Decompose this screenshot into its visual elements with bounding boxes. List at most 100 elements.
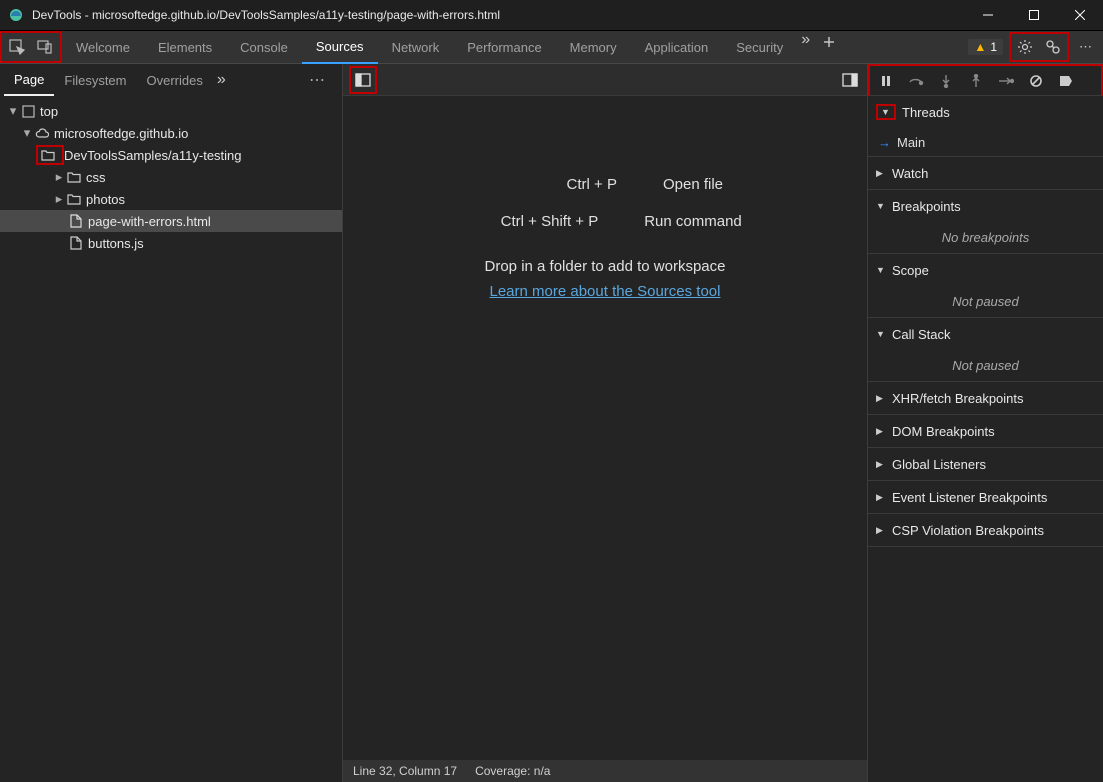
- caret-right-icon: ▶: [876, 525, 886, 536]
- tab-performance[interactable]: Performance: [453, 31, 555, 64]
- tree-folder-photos[interactable]: ▸ photos: [0, 188, 342, 210]
- tree-top[interactable]: ▾top: [0, 100, 342, 122]
- hint-open-file-kbd: Ctrl + P: [487, 176, 617, 193]
- section-watch-header[interactable]: ▶Watch: [868, 157, 1103, 189]
- thread-main-label: Main: [897, 135, 925, 150]
- step-over-icon[interactable]: [906, 71, 926, 91]
- caret-right-icon: ▶: [876, 459, 886, 470]
- tree-css-label: css: [86, 170, 106, 185]
- step-out-icon[interactable]: [966, 71, 986, 91]
- sidebar-tab-page[interactable]: Page: [4, 64, 54, 96]
- section-scope-label: Scope: [892, 263, 929, 278]
- close-button[interactable]: [1057, 0, 1103, 31]
- cloud-icon: [34, 125, 50, 141]
- section-csp-header[interactable]: ▶CSP Violation Breakpoints: [868, 514, 1103, 546]
- tab-network[interactable]: Network: [378, 31, 454, 64]
- main-split: Page Filesystem Overrides » ⋯ ▾top ▾micr…: [0, 64, 1103, 782]
- section-call-stack-header[interactable]: ▼Call Stack: [868, 318, 1103, 350]
- section-global: ▶ Global Listeners: [868, 448, 1103, 481]
- caret-right-icon: ▶: [876, 492, 886, 503]
- section-xhr: ▶XHR/fetch Breakpoints: [868, 382, 1103, 415]
- kebab-icon[interactable]: ⋯: [1075, 36, 1097, 58]
- activity-icon[interactable]: [1042, 36, 1064, 58]
- tab-memory[interactable]: Memory: [556, 31, 631, 64]
- caret-down-icon: ▼: [876, 201, 886, 211]
- pause-on-exceptions-icon[interactable]: [1056, 71, 1076, 91]
- element-picker-icon[interactable]: [6, 36, 28, 58]
- minimize-button[interactable]: [965, 0, 1011, 31]
- tree-folder-css[interactable]: ▸ css: [0, 166, 342, 188]
- more-tabs-icon[interactable]: »: [797, 31, 814, 63]
- editor-status-bar: Line 32, Column 17 Coverage: n/a: [343, 760, 867, 782]
- section-breakpoints-body: No breakpoints: [868, 222, 1103, 253]
- inspector-tools-group: [0, 31, 62, 63]
- caret-right-icon: ▶: [876, 393, 886, 404]
- section-dom: ▶DOM Breakpoints: [868, 415, 1103, 448]
- caret-down-icon: ▼: [876, 265, 886, 275]
- section-breakpoints-header[interactable]: ▼Breakpoints: [868, 190, 1103, 222]
- current-thread-icon: →: [878, 135, 891, 150]
- tab-welcome[interactable]: Welcome: [62, 31, 144, 64]
- caret-down-icon: ▾: [20, 125, 34, 141]
- deactivate-breakpoints-icon[interactable]: [1026, 71, 1046, 91]
- warning-icon: ▲: [974, 40, 986, 54]
- status-line-col: Line 32, Column 17: [353, 764, 457, 778]
- section-dom-label: DOM Breakpoints: [892, 424, 995, 439]
- section-event-label: Event Listener Breakpoints: [892, 490, 1047, 505]
- tab-security[interactable]: Security: [722, 31, 797, 64]
- warning-chip[interactable]: ▲1: [968, 39, 1003, 55]
- pause-icon[interactable]: [876, 71, 896, 91]
- learn-more-link[interactable]: Learn more about the Sources tool: [490, 283, 721, 300]
- section-scope-header[interactable]: ▼ Scope: [868, 254, 1103, 286]
- caret-right-icon: ▸: [52, 191, 66, 207]
- thread-main[interactable]: → Main: [868, 128, 1103, 156]
- tree-file-js-label: buttons.js: [88, 236, 144, 251]
- section-global-label: Global Listeners: [892, 457, 986, 472]
- app-icon: [8, 7, 24, 23]
- window-controls: [965, 0, 1103, 30]
- section-watch-label: Watch: [892, 166, 928, 181]
- sidebar-kebab-icon[interactable]: ⋯: [297, 70, 338, 90]
- sidebar-more-tabs-icon[interactable]: »: [213, 71, 230, 89]
- sidebar-tab-filesystem[interactable]: Filesystem: [54, 64, 136, 96]
- warning-count: 1: [990, 40, 997, 54]
- titlebar: DevTools - microsoftedge.github.io/DevTo…: [0, 0, 1103, 31]
- tab-elements[interactable]: Elements: [144, 31, 226, 64]
- gear-icon[interactable]: [1014, 36, 1036, 58]
- section-call-stack-body: Not paused: [868, 350, 1103, 381]
- tab-application[interactable]: Application: [631, 31, 723, 64]
- section-scope: ▼ Scope Not paused: [868, 254, 1103, 318]
- section-event-header[interactable]: ▶ Event Listener Breakpoints: [868, 481, 1103, 513]
- device-emulation-icon[interactable]: [34, 36, 56, 58]
- hide-debugger-icon[interactable]: [839, 69, 861, 91]
- tab-sources[interactable]: Sources: [302, 31, 378, 64]
- tree-host[interactable]: ▾microsoftedge.github.io: [0, 122, 342, 144]
- tree-file-js[interactable]: buttons.js: [0, 232, 342, 254]
- tree-file-html-label: page-with-errors.html: [88, 214, 211, 229]
- tree-file-html[interactable]: page-with-errors.html: [0, 210, 342, 232]
- tree-photos-label: photos: [86, 192, 125, 207]
- folder-icon: [66, 169, 82, 185]
- step-into-icon[interactable]: [936, 71, 956, 91]
- sidebar-tabs: Page Filesystem Overrides » ⋯: [0, 64, 342, 96]
- step-icon[interactable]: [996, 71, 1016, 91]
- section-global-header[interactable]: ▶ Global Listeners: [868, 448, 1103, 480]
- section-threads-header[interactable]: ▼ Threads: [868, 96, 1103, 128]
- section-breakpoints: ▼Breakpoints No breakpoints: [868, 190, 1103, 254]
- hint-run-command-kbd: Ctrl + Shift + P: [468, 213, 598, 230]
- section-xhr-header[interactable]: ▶XHR/fetch Breakpoints: [868, 382, 1103, 414]
- section-dom-header[interactable]: ▶DOM Breakpoints: [868, 415, 1103, 447]
- maximize-button[interactable]: [1011, 0, 1057, 31]
- tab-console[interactable]: Console: [226, 31, 302, 64]
- sidebar-tab-overrides[interactable]: Overrides: [137, 64, 213, 96]
- section-scope-body: Not paused: [868, 286, 1103, 317]
- tree-folder-main[interactable]: DevToolsSamples/a11y-testing: [0, 144, 342, 166]
- file-icon: [68, 235, 84, 251]
- debugger-pane: ▼ Threads → Main ▶Watch ▼Breakpoints No …: [867, 64, 1103, 782]
- hint-open-file: Ctrl + P Open file: [487, 176, 723, 193]
- hide-navigator-icon[interactable]: [352, 69, 374, 91]
- section-threads-label: Threads: [902, 105, 950, 120]
- new-tab-icon[interactable]: [818, 31, 840, 53]
- caret-right-icon: ▸: [52, 169, 66, 185]
- titlebar-text: DevTools - microsoftedge.github.io/DevTo…: [32, 8, 965, 22]
